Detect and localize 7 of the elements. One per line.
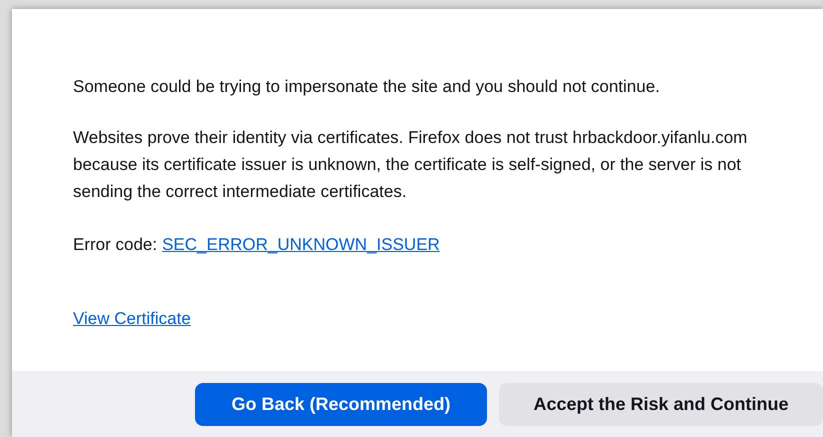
accept-risk-button[interactable]: Accept the Risk and Continue — [499, 383, 823, 426]
error-code-label: Error code: — [73, 234, 158, 256]
view-certificate-link[interactable]: View Certificate — [73, 309, 191, 328]
warning-text: Someone could be trying to impersonate the site and you should not continue. — [73, 76, 660, 98]
go-back-button[interactable]: Go Back (Recommended) — [195, 383, 487, 426]
explanation-text: Websites prove their identity via certificates. Firefox does not trust hrbackdoor.yifanlu.com because its certificate issuer is unknown, the certificate is self-signed, or the server is not sending the correct intermediate certificates. — [73, 127, 748, 203]
error-code-link[interactable]: SEC_ERROR_UNKNOWN_ISSUER — [162, 231, 440, 258]
